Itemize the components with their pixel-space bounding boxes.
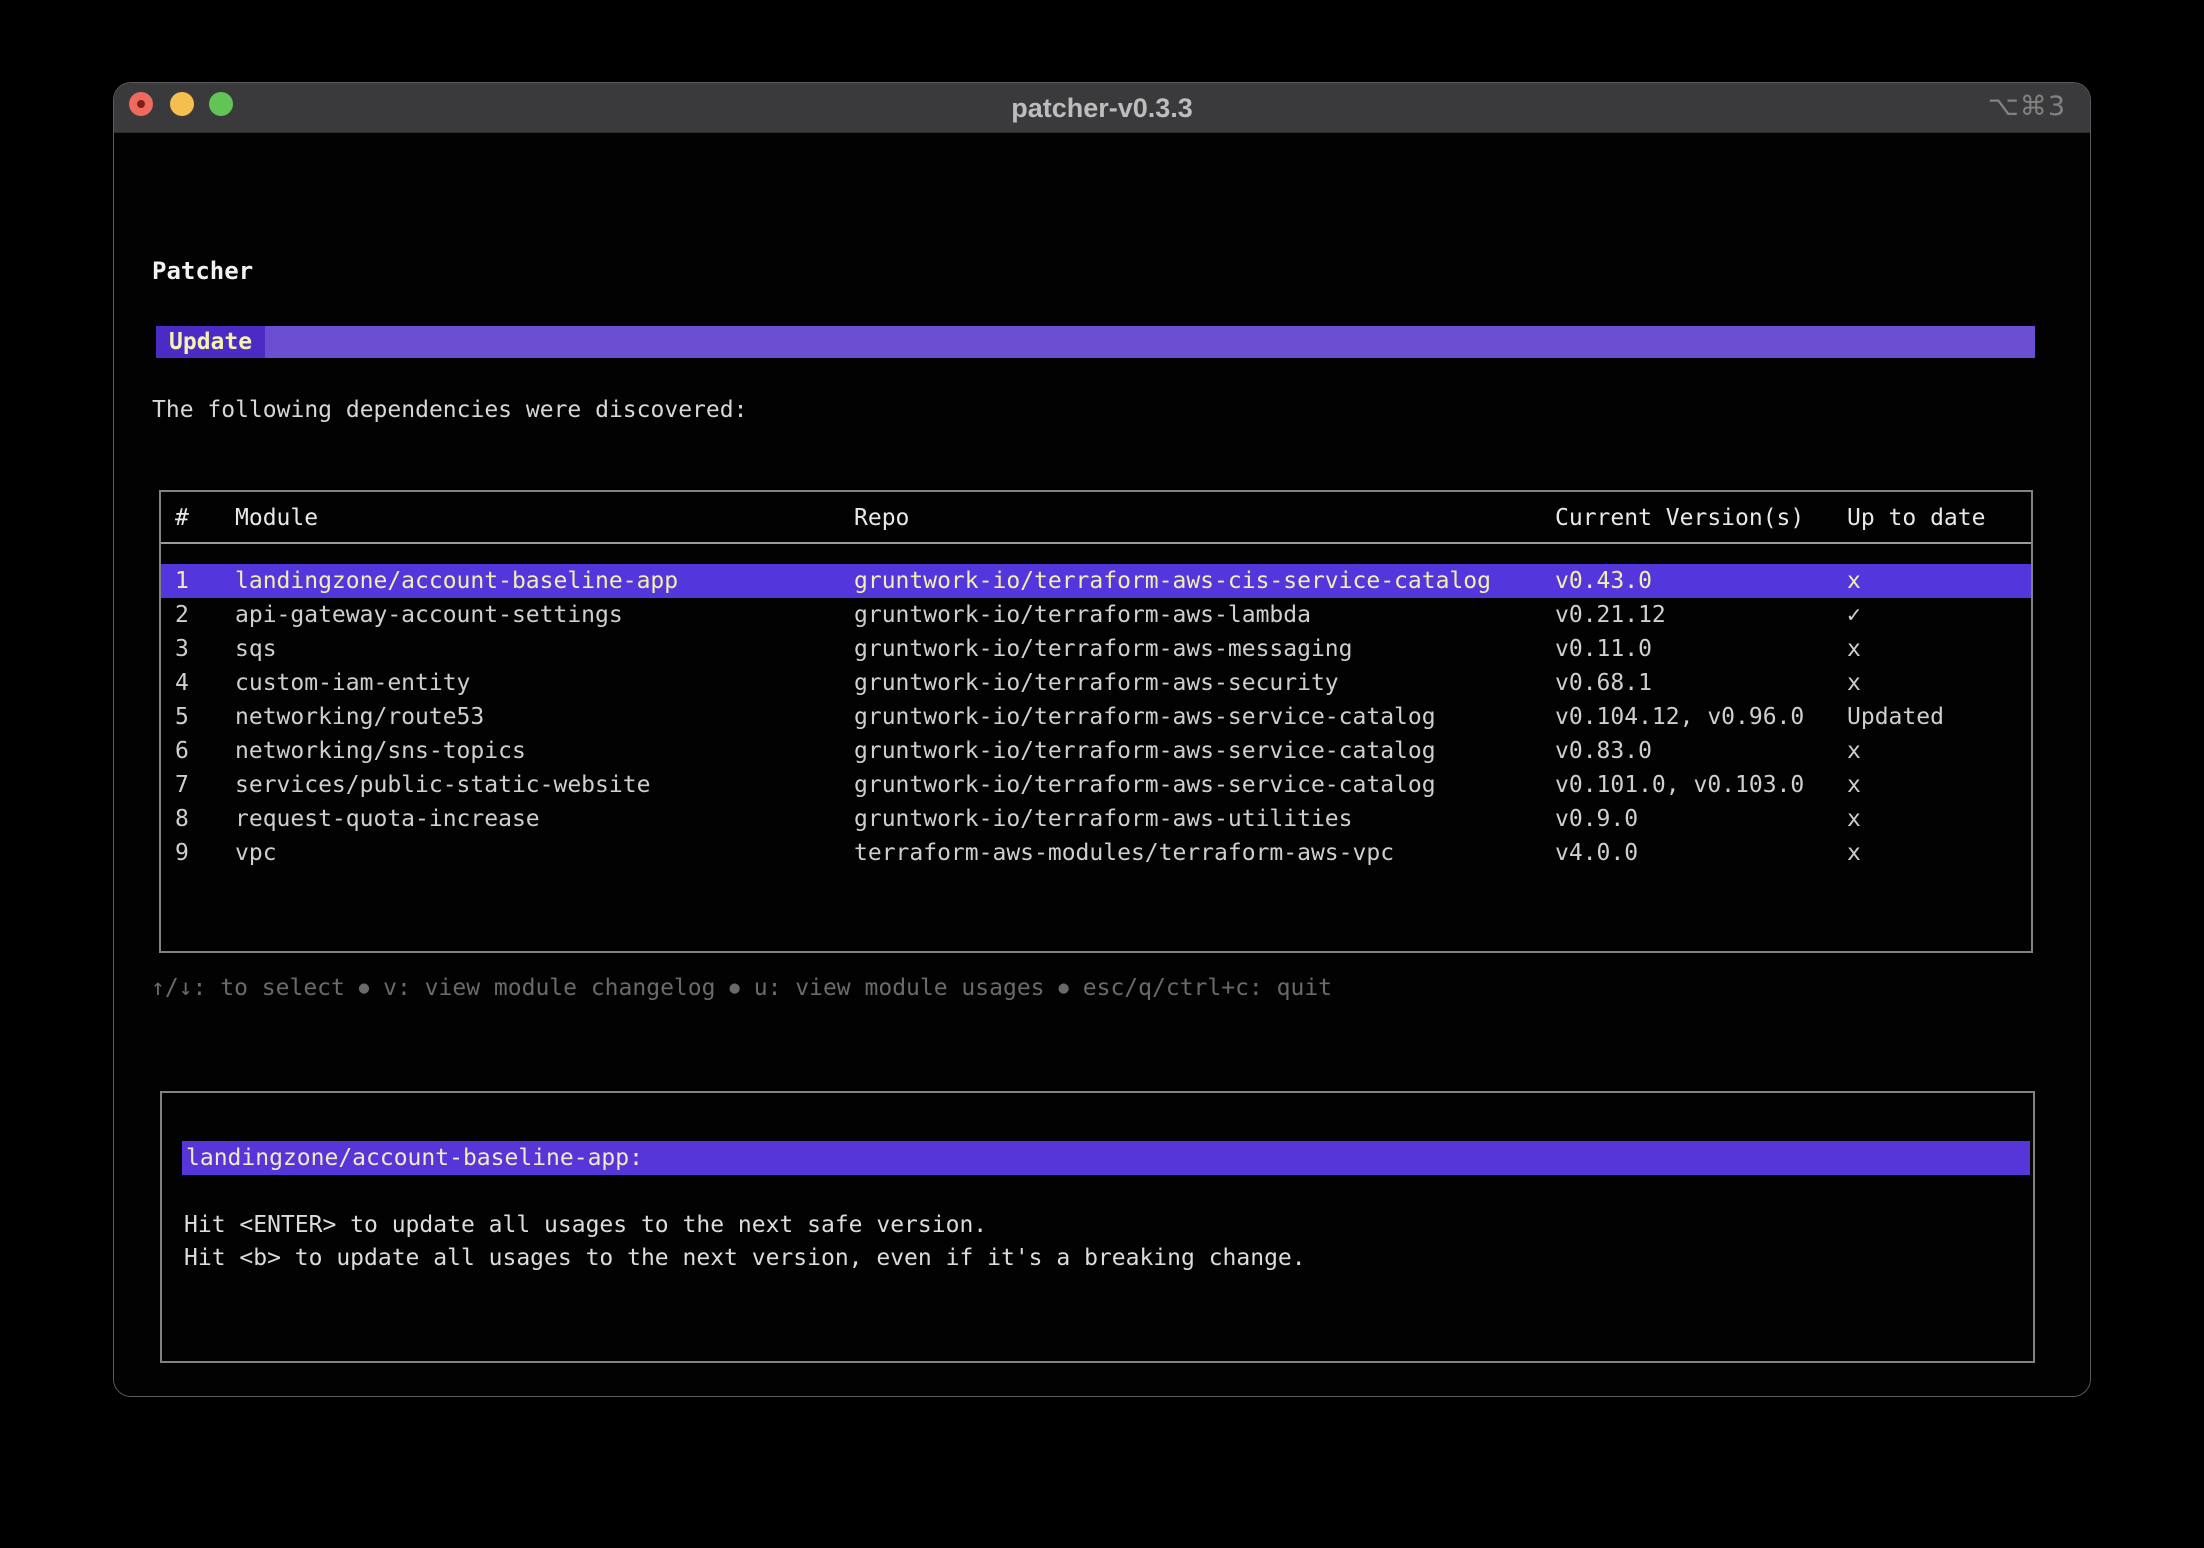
cell-repo: gruntwork-io/terraform-aws-service-catal… xyxy=(854,734,1436,768)
terminal-content: Patcher Update The following dependencie… xyxy=(114,133,2090,1397)
cell-repo: gruntwork-io/terraform-aws-messaging xyxy=(854,632,1353,666)
cell-module: request-quota-increase xyxy=(235,802,540,836)
cell-status: Updated xyxy=(1847,700,1944,734)
cell-module: services/public-static-website xyxy=(235,768,650,802)
cell-status: x xyxy=(1847,734,1861,768)
cell-versions: v0.43.0 xyxy=(1555,564,1652,598)
table-row[interactable]: 3 sqs gruntwork-io/terraform-aws-messagi… xyxy=(161,632,2031,666)
table-row[interactable]: 9 vpc terraform-aws-modules/terraform-aw… xyxy=(161,836,2031,870)
cell-num: 5 xyxy=(175,700,189,734)
cell-num: 1 xyxy=(175,564,189,598)
cell-versions: v0.11.0 xyxy=(1555,632,1652,666)
cell-module: landingzone/account-baseline-app xyxy=(235,564,678,598)
header-status: Up to date xyxy=(1847,492,1985,544)
tab-update[interactable]: Update xyxy=(156,326,265,358)
detail-instruction-enter: Hit <ENTER> to update all usages to the … xyxy=(184,1209,1306,1242)
table-header-row: # Module Repo Current Version(s) Up to d… xyxy=(161,492,2031,544)
table-row[interactable]: 1 landingzone/account-baseline-app grunt… xyxy=(161,564,2031,598)
table-row[interactable]: 8 request-quota-increase gruntwork-io/te… xyxy=(161,802,2031,836)
header-module: Module xyxy=(235,492,318,544)
cell-status: x xyxy=(1847,632,1861,666)
window-titlebar: patcher-v0.3.3 ⌥⌘3 xyxy=(114,83,2090,133)
cell-module: vpc xyxy=(235,836,277,870)
help-item-changelog: v: view module changelog xyxy=(383,975,715,1001)
cell-versions: v0.68.1 xyxy=(1555,666,1652,700)
app-heading: Patcher xyxy=(152,257,253,285)
dependencies-table: # Module Repo Current Version(s) Up to d… xyxy=(159,490,2033,953)
cell-num: 8 xyxy=(175,802,189,836)
header-repo: Repo xyxy=(854,492,909,544)
bullet-separator-icon: ● xyxy=(1059,978,1069,998)
cell-module: sqs xyxy=(235,632,277,666)
cell-versions: v0.21.12 xyxy=(1555,598,1666,632)
cell-repo: gruntwork-io/terraform-aws-service-catal… xyxy=(854,700,1436,734)
detail-instructions: Hit <ENTER> to update all usages to the … xyxy=(184,1209,1306,1275)
help-bar: ↑/↓: to select ● v: view module changelo… xyxy=(151,973,1332,1003)
selected-module-title: landingzone/account-baseline-app: xyxy=(182,1141,2030,1175)
bullet-separator-icon: ● xyxy=(729,978,739,998)
header-versions: Current Version(s) xyxy=(1555,492,1804,544)
cell-repo: gruntwork-io/terraform-aws-lambda xyxy=(854,598,1311,632)
cell-repo: gruntwork-io/terraform-aws-utilities xyxy=(854,802,1353,836)
terminal-window: patcher-v0.3.3 ⌥⌘3 Patcher Update The fo… xyxy=(113,82,2091,1397)
table-row[interactable]: 4 custom-iam-entity gruntwork-io/terrafo… xyxy=(161,666,2031,700)
cell-num: 3 xyxy=(175,632,189,666)
tab-bar: Update xyxy=(156,326,2035,358)
cell-status: x xyxy=(1847,836,1861,870)
cell-module: custom-iam-entity xyxy=(235,666,470,700)
cell-status-check-icon: ✓ xyxy=(1847,598,1861,632)
cell-versions: v0.101.0, v0.103.0 xyxy=(1555,768,1804,802)
help-item-quit: esc/q/ctrl+c: quit xyxy=(1083,975,1332,1001)
cell-versions: v0.83.0 xyxy=(1555,734,1652,768)
cell-status: x xyxy=(1847,768,1861,802)
cell-versions: v0.104.12, v0.96.0 xyxy=(1555,700,1804,734)
detail-instruction-breaking: Hit <b> to update all usages to the next… xyxy=(184,1242,1306,1275)
help-item-select: ↑/↓: to select xyxy=(151,975,345,1001)
table-row[interactable]: 2 api-gateway-account-settings gruntwork… xyxy=(161,598,2031,632)
table-row[interactable]: 7 services/public-static-website gruntwo… xyxy=(161,768,2031,802)
cell-status: x xyxy=(1847,564,1861,598)
window-shortcut-badge: ⌥⌘3 xyxy=(1988,83,2066,133)
table-row[interactable]: 6 networking/sns-topics gruntwork-io/ter… xyxy=(161,734,2031,768)
table-row[interactable]: 5 networking/route53 gruntwork-io/terraf… xyxy=(161,700,2031,734)
window-title: patcher-v0.3.3 xyxy=(114,83,2090,133)
cell-num: 7 xyxy=(175,768,189,802)
cell-status: x xyxy=(1847,666,1861,700)
cell-num: 9 xyxy=(175,836,189,870)
cell-repo: terraform-aws-modules/terraform-aws-vpc xyxy=(854,836,1394,870)
cell-num: 2 xyxy=(175,598,189,632)
cell-versions: v0.9.0 xyxy=(1555,802,1638,836)
cell-num: 6 xyxy=(175,734,189,768)
cell-num: 4 xyxy=(175,666,189,700)
help-item-usages: u: view module usages xyxy=(754,975,1045,1001)
cell-repo: gruntwork-io/terraform-aws-service-catal… xyxy=(854,768,1436,802)
cell-repo: gruntwork-io/terraform-aws-security xyxy=(854,666,1339,700)
table-body: 1 landingzone/account-baseline-app grunt… xyxy=(161,564,2031,870)
cell-module: api-gateway-account-settings xyxy=(235,598,623,632)
cell-repo: gruntwork-io/terraform-aws-cis-service-c… xyxy=(854,564,1491,598)
cell-module: networking/sns-topics xyxy=(235,734,526,768)
cell-module: networking/route53 xyxy=(235,700,484,734)
module-detail-panel: landingzone/account-baseline-app: Hit <E… xyxy=(160,1091,2035,1363)
cell-status: x xyxy=(1847,802,1861,836)
intro-text: The following dependencies were discover… xyxy=(152,397,747,423)
cell-versions: v4.0.0 xyxy=(1555,836,1638,870)
header-num: # xyxy=(175,492,189,544)
bullet-separator-icon: ● xyxy=(359,978,369,998)
